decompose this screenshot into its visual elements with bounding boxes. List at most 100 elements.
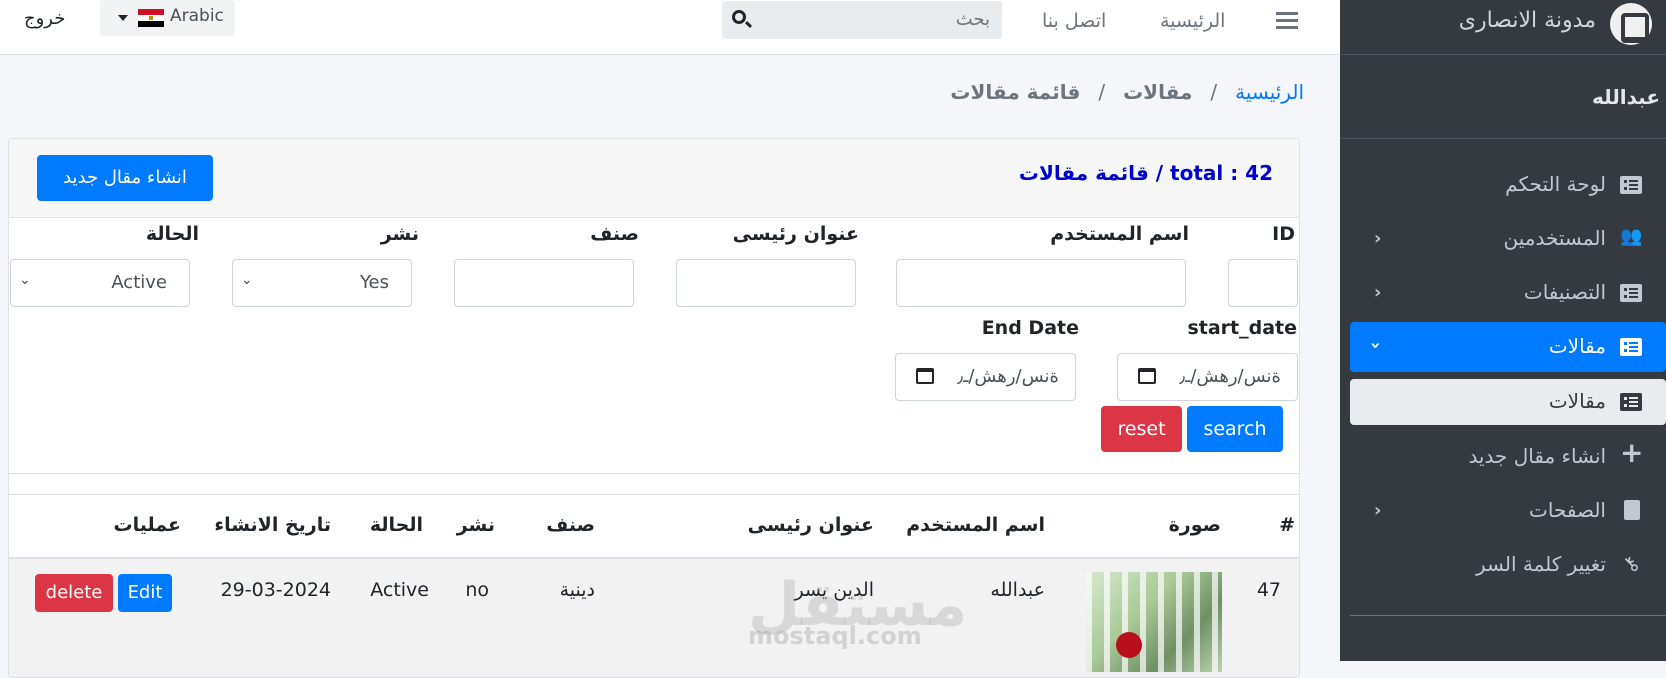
sidebar-item-label: تغيير كلمة السر [1476, 552, 1606, 576]
language-label: Arabic [170, 6, 224, 26]
brand-title: مدونة الانصارى [1458, 8, 1596, 33]
sidebar-divider [1350, 615, 1666, 616]
chevron-right-icon: › [1374, 500, 1382, 521]
user-name[interactable]: عبدالله [1592, 85, 1660, 109]
list-icon [1620, 176, 1642, 194]
filter-publish-select[interactable]: Yes ⌄ [232, 259, 412, 307]
end-date-placeholder: ةنس/رهش/ـ٫ [957, 366, 1059, 387]
sidebar-subitem-create-article[interactable]: انشاء مقال جديد + [1350, 432, 1666, 482]
table-top-border [9, 494, 1299, 495]
chevron-down-icon: › [1365, 341, 1387, 350]
filter-start-date-label: start_date [1187, 317, 1297, 339]
language-dropdown[interactable]: Arabic [100, 0, 235, 36]
chevron-down-icon: ⌄ [241, 272, 253, 288]
plus-icon: + [1620, 436, 1644, 469]
user-panel: عبدالله [1340, 55, 1666, 139]
end-date-input[interactable]: ةنس/رهش/ـ٫ [895, 353, 1076, 401]
filter-title-input[interactable] [676, 259, 856, 307]
sidebar-item-label: المستخدمين [1503, 226, 1606, 250]
egypt-flag-icon [138, 9, 164, 27]
sidebar-item-users[interactable]: › المستخدمين 👥 [1350, 214, 1666, 264]
users-icon: 👥 [1620, 226, 1643, 247]
nav-contact-link[interactable]: اتصل بنا [1042, 10, 1106, 32]
start-date-placeholder: ةنس/رهش/ـ٫ [1179, 366, 1281, 387]
cell-id: 47 [1256, 579, 1281, 601]
card-title: قائمة مقالات / total : 42 [1018, 161, 1273, 185]
articles-card: قائمة مقالات / total : 42 انشاء مقال جدي… [8, 138, 1300, 678]
hamburger-menu-icon[interactable] [1276, 12, 1298, 30]
filter-username-label: اسم المستخدم [1050, 223, 1189, 245]
watermark-latin: mostaql.com [748, 622, 922, 650]
sidebar-item-categories[interactable]: › التصنيفات [1350, 268, 1666, 318]
filter-status-label: الحالة [145, 223, 199, 245]
filter-username-input[interactable] [896, 259, 1186, 307]
filter-divider [9, 473, 1299, 474]
logout-link[interactable]: خروج [24, 8, 65, 29]
sidebar-item-dashboard[interactable]: لوحة التحكم [1350, 160, 1666, 210]
sidebar-item-label: مقالات [1548, 334, 1606, 358]
list-icon [1620, 393, 1642, 411]
filter-publish-label: نشر [380, 223, 419, 245]
cell-created: 29-03-2024 [220, 579, 331, 601]
sidebar-item-pages[interactable]: › الصفحات [1350, 486, 1666, 536]
filter-status-select[interactable]: Active ⌄ [10, 259, 190, 307]
filter-category-input[interactable] [454, 259, 634, 307]
th-username: اسم المستخدم [906, 514, 1045, 536]
caret-down-icon [118, 15, 128, 21]
filter-category-label: صنف [590, 223, 639, 245]
sidebar-item-change-password[interactable]: تغيير كلمة السر ⚷ [1350, 540, 1666, 590]
filter-title-label: عنوان رئيسى [732, 223, 859, 245]
brand-link[interactable]: مدونة الانصارى [1340, 0, 1666, 55]
filter-id-label: ID [1272, 223, 1295, 245]
calendar-icon[interactable] [1138, 368, 1156, 384]
cell-published: no [465, 579, 489, 601]
th-status: الحالة [369, 514, 423, 536]
th-actions: عمليات [113, 514, 181, 536]
calendar-icon[interactable] [916, 368, 934, 384]
article-thumbnail [1086, 572, 1222, 672]
create-article-button[interactable]: انشاء مقال جديد [37, 155, 213, 201]
filter-end-date-label: End Date [981, 317, 1079, 339]
breadcrumb-separator: / [1210, 80, 1218, 104]
breadcrumb-current: قائمة مقالات [950, 80, 1081, 104]
sidebar-item-label: لوحة التحكم [1505, 172, 1606, 196]
th-image: صورة [1168, 514, 1221, 536]
list-icon [1620, 284, 1642, 302]
search-placeholder: بحث [955, 9, 990, 30]
reset-button[interactable]: reset [1101, 406, 1182, 452]
file-icon [1624, 500, 1640, 520]
chevron-right-icon: › [1374, 228, 1382, 249]
breadcrumb-separator: / [1098, 80, 1106, 104]
brand-logo-icon [1610, 3, 1652, 45]
sidebar-item-label: مقالات [1548, 389, 1606, 413]
breadcrumb-home[interactable]: الرئيسية [1235, 80, 1304, 104]
edit-button[interactable]: Edit [118, 574, 172, 612]
breadcrumb-articles[interactable]: مقالات [1123, 80, 1192, 104]
th-publish: نشر [456, 514, 495, 536]
cell-category: دينية [559, 579, 595, 601]
cell-username: عبدالله [990, 579, 1045, 601]
chevron-right-icon: › [1374, 282, 1382, 303]
chevron-down-icon: ⌄ [19, 272, 31, 288]
search-button[interactable]: search [1187, 406, 1283, 452]
search-input[interactable]: بحث [722, 1, 1002, 39]
filter-id-input[interactable] [1228, 259, 1298, 307]
sidebar-subitem-articles-list[interactable]: مقالات [1350, 379, 1666, 425]
search-icon[interactable] [732, 10, 746, 24]
th-category: صنف [546, 514, 595, 536]
nav-home-link[interactable]: الرئيسية [1160, 10, 1225, 32]
sidebar-item-label: الصفحات [1529, 498, 1606, 522]
sidebar-item-label: التصنيفات [1523, 280, 1606, 304]
start-date-input[interactable]: ةنس/رهش/ـ٫ [1117, 353, 1298, 401]
list-icon [1620, 338, 1642, 356]
delete-button[interactable]: delete [35, 574, 113, 612]
breadcrumb: الرئيسية / مقالات / قائمة مقالات [946, 80, 1308, 104]
key-icon: ⚷ [1616, 550, 1645, 578]
top-navbar: الرئيسية اتصل بنا بحث Arabic خروج [0, 0, 1340, 55]
cell-status: Active [370, 579, 429, 601]
sidebar-item-label: انشاء مقال جديد [1468, 444, 1606, 468]
sidebar-item-articles[interactable]: › مقالات [1350, 322, 1666, 372]
publish-selected-value: Yes [359, 272, 389, 293]
card-header: قائمة مقالات / total : 42 انشاء مقال جدي… [9, 139, 1299, 218]
th-title: عنوان رئيسى [747, 514, 874, 536]
